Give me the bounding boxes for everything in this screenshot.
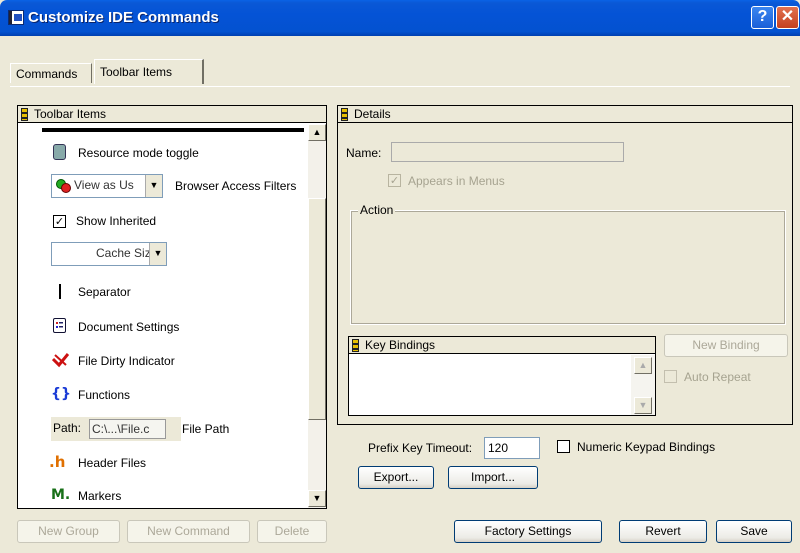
auto-repeat-checkbox[interactable] (664, 370, 677, 383)
list-item[interactable]: ✓ Show Inherited (18, 206, 308, 236)
key-bindings-header-label: Key Bindings (365, 338, 436, 352)
factory-settings-button[interactable]: Factory Settings (454, 520, 602, 543)
markers-icon: M. (51, 487, 71, 503)
browser-access-filter-combo[interactable]: View as Us ▼ (51, 174, 163, 198)
resource-mode-icon (53, 144, 66, 160)
app-icon (8, 10, 24, 25)
toolbar-items-panel: Toolbar Items Resource mode toggle View … (17, 105, 327, 509)
toolbar-items-header-label: Toolbar Items (34, 107, 107, 121)
functions-icon: {} (51, 386, 71, 402)
list-item-label: Separator (78, 285, 131, 299)
window-title: Customize IDE Commands (28, 9, 219, 26)
tab-divider (10, 86, 790, 87)
help-button[interactable]: ? (751, 6, 774, 29)
revert-button[interactable]: Revert (619, 520, 707, 543)
list-item-label: Show Inherited (76, 214, 157, 228)
list-item[interactable]: View as Us ▼ Browser Access Filters (18, 171, 308, 201)
new-command-button[interactable]: New Command (127, 520, 250, 543)
export-button[interactable]: Export... (358, 466, 434, 489)
panel-header-icon (21, 108, 28, 121)
import-button[interactable]: Import... (448, 466, 538, 489)
list-scrollbar[interactable]: ▲ ▼ (308, 124, 326, 508)
panel-header-icon (341, 108, 348, 121)
tab-strip: Commands Toolbar Items (10, 57, 790, 87)
drop-indicator-line (42, 128, 304, 132)
prefix-key-timeout-label: Prefix Key Timeout: (368, 441, 473, 455)
file-path-widget[interactable]: Path: C:\...\File.c (51, 417, 181, 441)
show-inherited-checkbox[interactable]: ✓ (53, 215, 66, 228)
scroll-down-icon[interactable]: ▼ (634, 397, 652, 414)
list-item[interactable]: File Dirty Indicator (18, 346, 308, 376)
header-files-icon: .h (49, 453, 66, 471)
title-bar: Customize IDE Commands ? ✕ (0, 0, 800, 36)
list-item[interactable]: M. Markers (18, 481, 308, 508)
list-item[interactable]: .h Header Files (18, 448, 308, 478)
name-field[interactable] (391, 142, 624, 162)
list-item[interactable]: Document Settings (18, 312, 308, 342)
prefix-key-timeout-input[interactable]: 120 (484, 437, 540, 459)
filter-icon (55, 178, 71, 194)
scroll-thumb[interactable] (308, 198, 326, 420)
key-bindings-header: Key Bindings (349, 337, 655, 354)
details-header-label: Details (354, 107, 391, 121)
list-item[interactable]: {} Functions (18, 380, 308, 410)
key-bindings-panel[interactable]: Key Bindings ▲ ▼ (348, 336, 656, 416)
cache-size-combo[interactable]: Cache Size ▼ (51, 242, 167, 266)
numeric-keypad-checkbox[interactable] (557, 440, 570, 453)
name-label: Name: (346, 146, 382, 160)
chevron-down-icon[interactable]: ▼ (149, 243, 166, 265)
toolbar-items-list[interactable]: Resource mode toggle View as Us ▼ Browse… (18, 124, 308, 508)
appears-in-menus-label: Appears in Menus (408, 174, 505, 188)
action-label: Action (358, 203, 396, 217)
path-label: Path: (53, 421, 82, 435)
chevron-down-icon[interactable]: ▼ (145, 175, 162, 197)
browser-filter-value: View as Us (74, 178, 134, 192)
list-item-label: Document Settings (78, 320, 180, 334)
document-settings-icon (53, 318, 66, 333)
list-item-label: Functions (78, 388, 131, 402)
delete-button[interactable]: Delete (257, 520, 327, 543)
close-button[interactable]: ✕ (776, 6, 799, 29)
path-field: C:\...\File.c (89, 419, 166, 439)
list-item-label: Header Files (78, 456, 147, 470)
numeric-keypad-label: Numeric Keypad Bindings (577, 440, 716, 454)
list-item-label: Browser Access Filters (175, 179, 297, 193)
tab-toolbar-items[interactable]: Toolbar Items (94, 59, 204, 84)
list-item[interactable]: Path: C:\...\File.c File Path (18, 414, 308, 444)
panel-header-icon (352, 339, 359, 352)
scroll-down-icon[interactable]: ▼ (308, 490, 326, 507)
scroll-up-icon[interactable]: ▲ (308, 124, 326, 141)
scroll-up-icon[interactable]: ▲ (634, 357, 652, 374)
list-item-label: File Path (182, 422, 230, 436)
tab-commands[interactable]: Commands (10, 63, 92, 83)
toolbar-items-header: Toolbar Items (18, 106, 326, 123)
save-button[interactable]: Save (716, 520, 792, 543)
key-bindings-scrollbar[interactable]: ▲ ▼ (631, 355, 655, 415)
action-group (350, 210, 786, 325)
file-dirty-icon (51, 352, 70, 368)
list-item-label: Resource mode toggle (78, 146, 199, 160)
list-item-label: File Dirty Indicator (78, 354, 175, 368)
separator-icon (59, 284, 61, 299)
list-item[interactable]: Resource mode toggle (18, 138, 308, 168)
list-item-label: Markers (78, 489, 122, 503)
list-item[interactable]: Cache Size ▼ (18, 239, 308, 269)
details-header: Details (338, 106, 792, 123)
appears-in-menus-checkbox[interactable]: ✓ (388, 174, 401, 187)
new-binding-button[interactable]: New Binding (664, 334, 788, 357)
auto-repeat-label: Auto Repeat (684, 370, 751, 384)
new-group-button[interactable]: New Group (17, 520, 120, 543)
list-item[interactable]: Separator (18, 277, 308, 307)
